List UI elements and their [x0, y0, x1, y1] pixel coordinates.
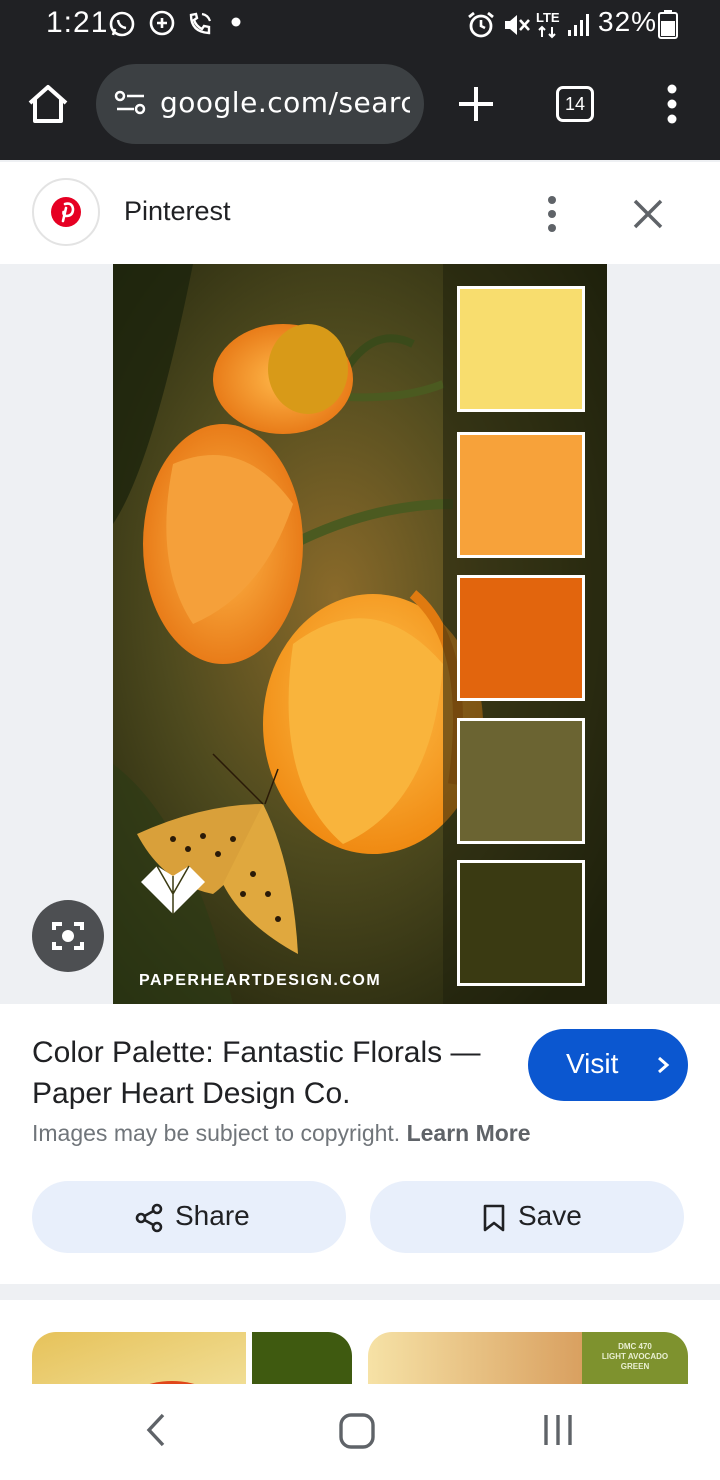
result-image[interactable]: PAPERHEARTDESIGN.COM: [113, 264, 607, 1004]
status-time: 1:21: [46, 6, 109, 39]
lens-button[interactable]: [32, 900, 104, 972]
back-icon[interactable]: [144, 1412, 168, 1448]
url-text[interactable]: google.com/search?q: [160, 86, 410, 119]
swatch-caption-name-2: GREEN: [620, 1362, 650, 1371]
chevron-right-icon: [658, 1056, 670, 1074]
more-options-icon[interactable]: [540, 194, 564, 234]
home-nav-icon[interactable]: [338, 1412, 376, 1450]
color-swatch-1: [457, 286, 585, 412]
battery-percent: 32%: [598, 6, 658, 37]
share-label: Share: [175, 1200, 250, 1231]
dot-icon: [231, 17, 241, 27]
pinterest-logo: [32, 178, 100, 246]
learn-more-link[interactable]: Learn More: [407, 1120, 531, 1146]
close-icon[interactable]: [628, 194, 668, 234]
address-bar[interactable]: google.com/search?q: [96, 64, 424, 144]
swatch-caption-name: LIGHT AVOCADO: [601, 1352, 669, 1361]
alarm-icon: [468, 11, 494, 38]
system-nav-bar: [0, 1384, 720, 1480]
plus-icon[interactable]: [456, 84, 496, 124]
related-thumbnail-1[interactable]: [32, 1332, 352, 1384]
color-swatch-3: [457, 575, 585, 701]
copyright-notice: Images may be subject to copyright. Lear…: [32, 1120, 531, 1147]
signal-icon: [568, 14, 589, 36]
image-viewer: PAPERHEARTDESIGN.COM: [0, 264, 720, 1004]
tab-switcher-button[interactable]: 14: [556, 86, 594, 122]
home-icon[interactable]: [24, 80, 72, 128]
save-button[interactable]: Save: [370, 1181, 684, 1253]
lte-icon: LTE: [536, 10, 562, 40]
battery-icon: [658, 10, 678, 39]
visit-label: Visit: [566, 1048, 619, 1079]
message-plus-icon: [149, 10, 175, 36]
mute-icon: [505, 15, 530, 35]
swatch-caption-code: DMC 470: [618, 1342, 652, 1351]
bookmark-icon: [483, 1204, 505, 1232]
related-thumbnail-2[interactable]: DMC 470 LIGHT AVOCADO GREEN: [368, 1332, 688, 1384]
result-info-panel: Color Palette: Fantastic Florals — Paper…: [0, 1004, 720, 1284]
tab-count: 14: [564, 94, 586, 114]
recents-icon[interactable]: [540, 1412, 576, 1448]
color-swatch-4: [457, 718, 585, 844]
more-vert-icon[interactable]: [660, 82, 684, 126]
visit-button[interactable]: Visit: [528, 1029, 688, 1101]
image-watermark: PAPERHEARTDESIGN.COM: [139, 972, 382, 989]
color-swatch-2: [457, 432, 585, 558]
related-images: DMC 470 LIGHT AVOCADO GREEN: [0, 1300, 720, 1384]
share-icon: [135, 1203, 163, 1233]
lens-icon: [52, 922, 84, 950]
call-icon: [189, 12, 212, 35]
source-name[interactable]: Pinterest: [124, 196, 231, 227]
swatch-caption: DMC 470 LIGHT AVOCADO GREEN: [582, 1342, 688, 1372]
save-label: Save: [518, 1200, 582, 1231]
browser-toolbar: google.com/search?q 14: [0, 48, 720, 160]
copyright-text: Images may be subject to copyright.: [32, 1120, 401, 1146]
result-title[interactable]: Color Palette: Fantastic Florals — Paper…: [32, 1032, 502, 1114]
color-swatch-5: [457, 860, 585, 986]
whatsapp-icon: [109, 11, 135, 37]
source-header: Pinterest: [0, 162, 720, 264]
tune-icon[interactable]: [114, 88, 148, 118]
share-button[interactable]: Share: [32, 1181, 346, 1253]
network-type-label: LTE: [536, 10, 560, 25]
status-bar: 1:21 LTE 32%: [0, 0, 720, 48]
